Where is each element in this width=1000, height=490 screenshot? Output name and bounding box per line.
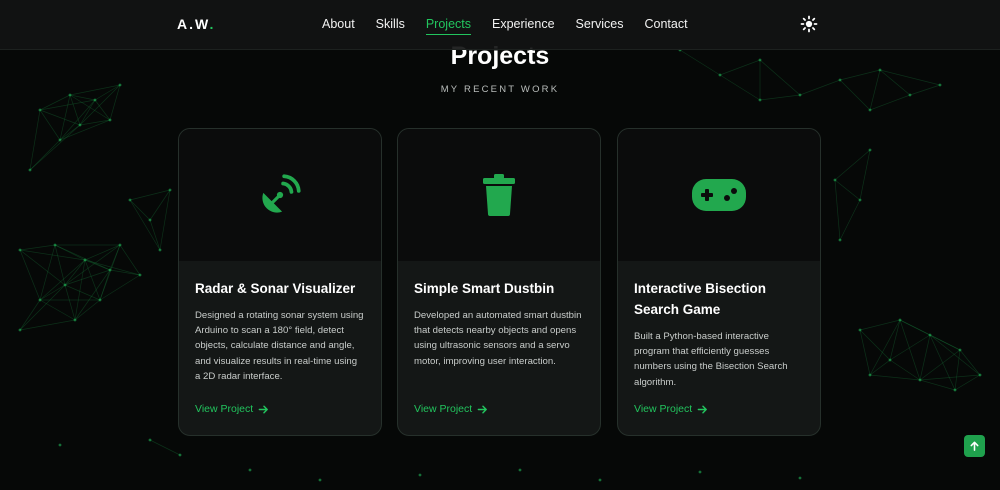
card-title: Interactive Bisection Search Game (634, 281, 767, 317)
arrow-right-icon (258, 405, 269, 413)
nav-link-experience[interactable]: Experience (492, 17, 555, 35)
arrow-right-icon (697, 405, 708, 413)
nav-link-projects[interactable]: Projects (425, 17, 471, 35)
nav-link-skills[interactable]: Skills (376, 17, 405, 35)
view-project-link[interactable]: View Project (414, 403, 488, 415)
view-project-label: View Project (195, 403, 254, 415)
card-title: Simple Smart Dustbin (414, 281, 555, 296)
arrow-up-icon (970, 441, 979, 451)
trash-can-icon (483, 174, 515, 216)
card-body: Interactive Bisection Search Game Built … (618, 261, 820, 435)
arrow-right-icon (477, 405, 488, 413)
card-media (398, 129, 600, 261)
scroll-to-top-button[interactable] (964, 435, 985, 457)
card-media (618, 129, 820, 261)
view-project-link[interactable]: View Project (634, 403, 708, 415)
nav-link-services[interactable]: Services (576, 17, 624, 35)
card-body: Simple Smart Dustbin Developed an automa… (398, 261, 600, 435)
nav-link-about[interactable]: About (322, 17, 355, 35)
nav-links: About Skills Projects Experience Service… (322, 17, 709, 35)
project-card-radar: Radar & Sonar Visualizer Designed a rota… (178, 128, 382, 436)
card-description: Built a Python-based interactive program… (634, 331, 788, 388)
nav-link-contact[interactable]: Contact (644, 17, 687, 35)
card-media (179, 129, 381, 261)
card-description: Designed a rotating sonar system using A… (195, 310, 364, 382)
view-project-link[interactable]: View Project (195, 403, 269, 415)
top-navbar: A.W. About Skills Projects Experience Se… (0, 0, 1000, 50)
sun-icon (800, 15, 818, 33)
section-subtitle: MY RECENT WORK (440, 84, 560, 95)
view-project-label: View Project (634, 403, 693, 415)
theme-toggle-button[interactable] (800, 15, 818, 33)
project-card-dustbin: Simple Smart Dustbin Developed an automa… (397, 128, 601, 436)
project-card-bisection: Interactive Bisection Search Game Built … (617, 128, 821, 436)
card-title: Radar & Sonar Visualizer (195, 281, 356, 296)
site-logo[interactable]: A.W. (177, 16, 215, 32)
view-project-label: View Project (414, 403, 473, 415)
gamepad-icon (692, 179, 746, 211)
card-description: Developed an automated smart dustbin tha… (414, 310, 582, 367)
card-body: Radar & Sonar Visualizer Designed a rota… (179, 261, 381, 435)
satellite-dish-icon (262, 174, 301, 213)
